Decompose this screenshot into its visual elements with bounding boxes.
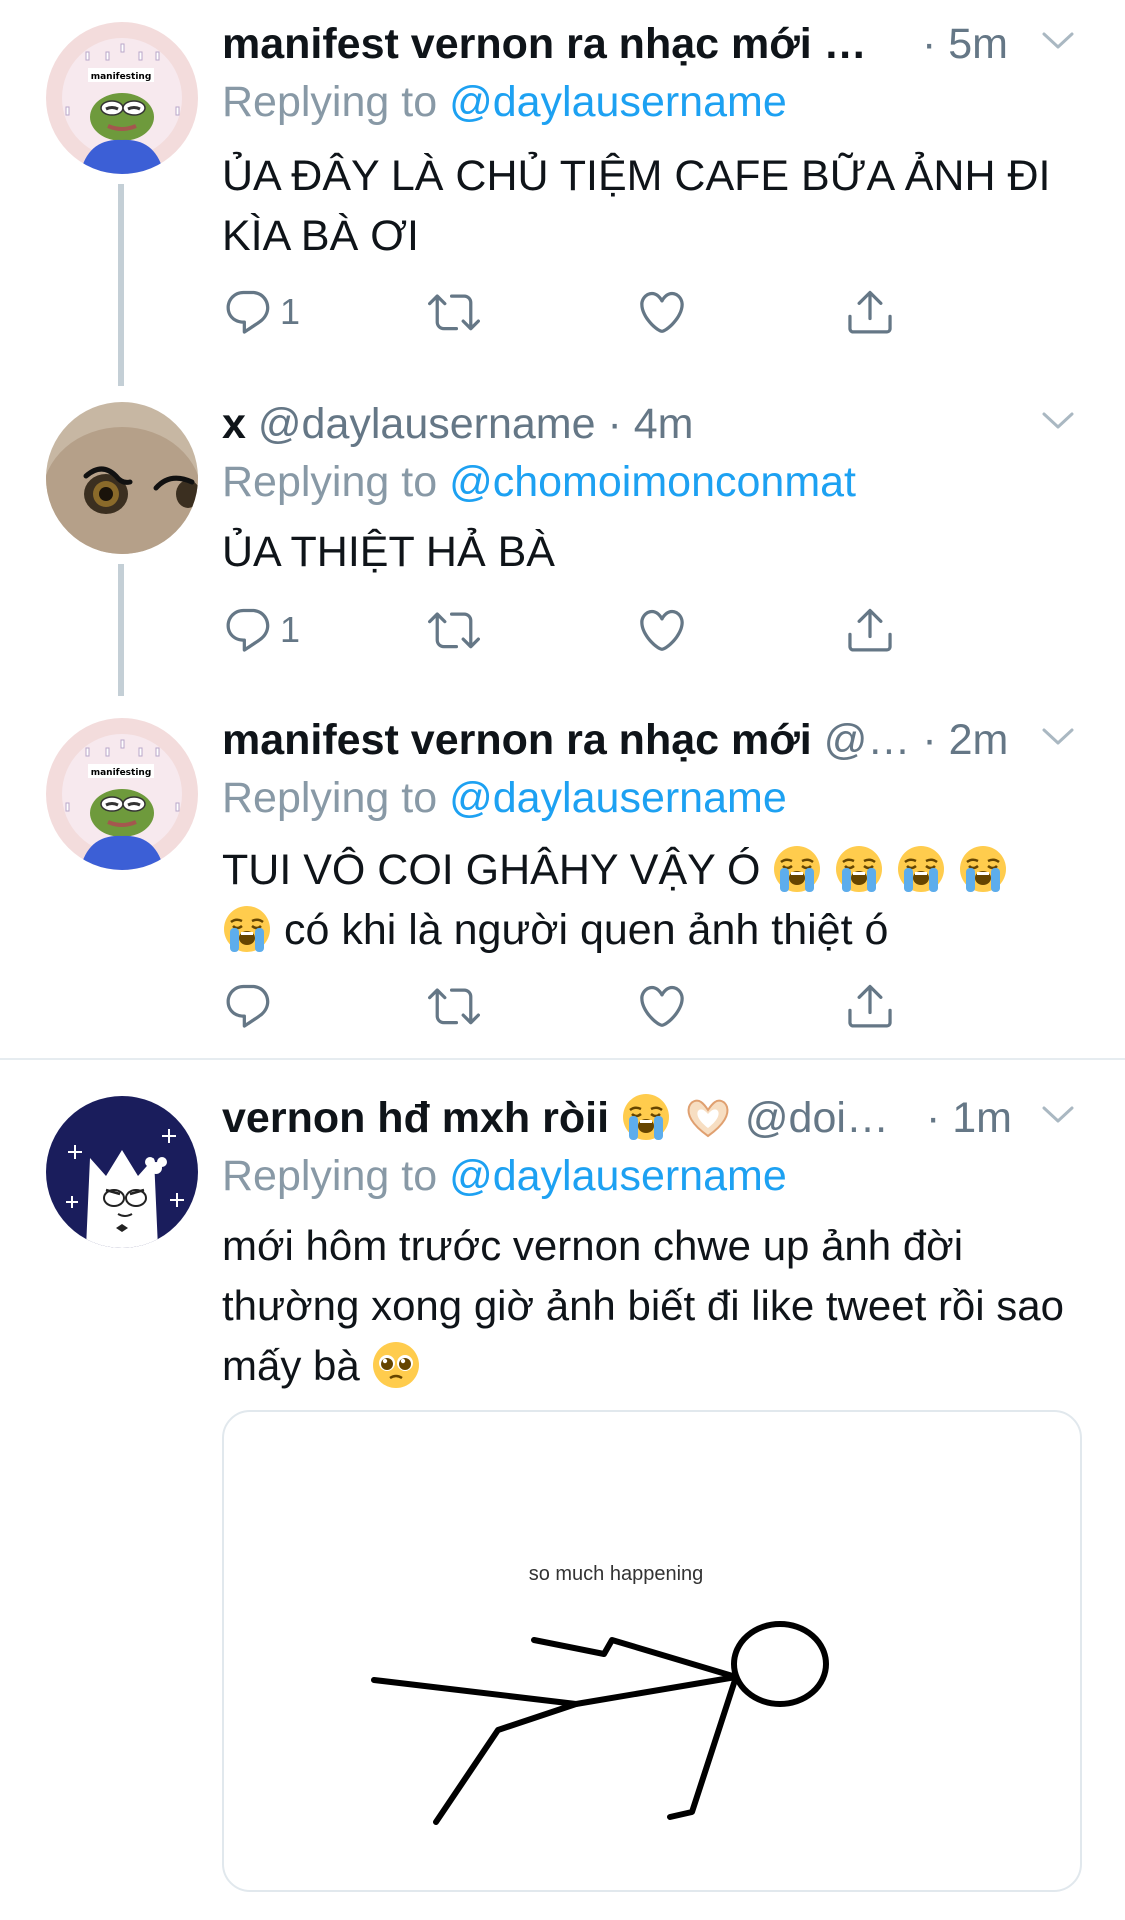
reply-icon [222,604,274,656]
replying-to-handle[interactable]: @daylausername [449,774,787,822]
loudly-crying-face-emoji [772,844,822,894]
tweet-header: vernon hđ mxh ròii @doi… · 1m [222,1090,1085,1146]
tweet-media-image[interactable]: so much happening [222,1410,1082,1892]
replying-to-handle[interactable]: @daylausername [449,1152,787,1200]
timestamp[interactable]: · 2m [922,716,1008,764]
reply-count: 1 [280,609,301,650]
tweet-header: manifest vernon ra nhạc mới … · 5m [222,16,1085,72]
tweet-text: mới hôm trước vernon chwe up ảnh đời thư… [222,1222,1065,1390]
reply-button[interactable]: 1 [222,602,300,658]
svg-text:manifesting: manifesting [91,768,152,778]
thread-line [118,564,124,696]
tweet-divider [0,1058,1125,1060]
anime-avatar-image [46,1096,198,1248]
loudly-crying-face-emoji [834,844,884,894]
loudly-crying-face-emoji [222,904,272,954]
chevron-down-icon[interactable] [1041,30,1075,52]
display-name[interactable]: x [222,400,246,448]
reply-button[interactable]: 1 [222,284,300,340]
display-name[interactable]: vernon hđ mxh ròii [222,1094,745,1142]
cat-avatar-image [46,402,198,554]
replying-to: Replying to @chomoimonconmat [222,458,857,506]
tweet-actions: 1 [222,602,982,662]
thread-line [118,184,124,386]
tweet-text-line: TUI VÔ COI GHÂHY VẬY Ó [222,840,1092,900]
svg-text:manifesting: manifesting [91,72,152,82]
retweet-icon [428,604,480,656]
tweet-header: manifest vernon ra nhạc mới @… · 2m [222,712,1085,768]
retweet-button[interactable] [428,284,480,340]
heart-icon [636,980,688,1032]
chevron-down-icon[interactable] [1041,410,1075,432]
retweet-icon [428,980,480,1032]
replying-to-handle[interactable]: @chomoimonconmat [449,458,856,506]
share-icon [844,286,896,338]
reply-icon [222,286,274,338]
retweet-button[interactable] [428,602,480,658]
like-button[interactable] [636,602,688,658]
tweet-text-line: có khi là người quen ảnh thiệt ó [222,900,1092,960]
tweet-header: x @daylausername · 4m [222,396,1085,452]
share-button[interactable] [844,602,896,658]
retweet-icon [428,286,480,338]
timestamp[interactable]: · 5m [922,16,1008,72]
tweet-text: ỦA ĐÂY LÀ CHỦ TIỆM CAFE BỮA ẢNH ĐI KÌA B… [222,152,1051,260]
handle[interactable]: @daylausername [258,400,596,448]
tweet-1[interactable]: manifesting manifest vernon ra nhạc mới … [0,0,1125,386]
heart-icon [636,604,688,656]
tweet-2[interactable]: x @daylausername · 4m Replying to @chomo… [0,380,1125,700]
loudly-crying-face-emoji [958,844,1008,894]
reply-count: 1 [280,291,301,332]
display-name[interactable]: manifest vernon ra nhạc mới [222,716,812,764]
heart-hands-emoji [683,1092,733,1142]
chevron-down-icon[interactable] [1041,726,1075,748]
pepe-avatar-image: manifesting [46,718,198,870]
like-button[interactable] [636,978,688,1034]
timestamp[interactable]: · 1m [926,1090,1012,1146]
retweet-button[interactable] [428,978,480,1034]
pepe-avatar-image: manifesting [46,22,198,174]
timestamp[interactable]: · 4m [608,400,694,448]
loudly-crying-face-emoji [896,844,946,894]
replying-to: Replying to @daylausername [222,78,787,126]
chevron-down-icon[interactable] [1041,1104,1075,1126]
tweet-actions: 1 [222,284,982,344]
reply-icon [222,980,274,1032]
share-icon [844,980,896,1032]
share-button[interactable] [844,978,896,1034]
replying-to: Replying to @daylausername [222,774,787,822]
like-button[interactable] [636,284,688,340]
handle[interactable]: @… [824,716,911,764]
avatar[interactable]: manifesting [46,22,198,174]
avatar[interactable] [46,402,198,554]
media-caption: so much happening [529,1563,704,1585]
avatar[interactable]: manifesting [46,718,198,870]
handle[interactable]: @doi… [745,1094,889,1142]
avatar[interactable] [46,1096,198,1248]
tweet-text: ỦA THIỆT HẢ BÀ [222,528,555,576]
tweet-text: TUI VÔ COI GHÂHY VẬY Ó có khi là người q… [222,840,1092,960]
replying-to: Replying to @daylausername [222,1152,787,1200]
stick-figure-meme-image: so much happening [371,1563,829,1825]
tweet-actions [222,978,982,1038]
share-button[interactable] [844,284,896,340]
share-icon [844,604,896,656]
loudly-crying-face-emoji [621,1092,671,1142]
replying-to-handle[interactable]: @daylausername [449,78,787,126]
heart-icon [636,286,688,338]
display-name[interactable]: manifest vernon ra nhạc mới … [222,20,867,68]
pleading-face-emoji [371,1340,421,1390]
tweet-3[interactable]: manifesting manifest vernon ra nhạc mới … [0,696,1125,1056]
reply-button[interactable] [222,978,274,1034]
